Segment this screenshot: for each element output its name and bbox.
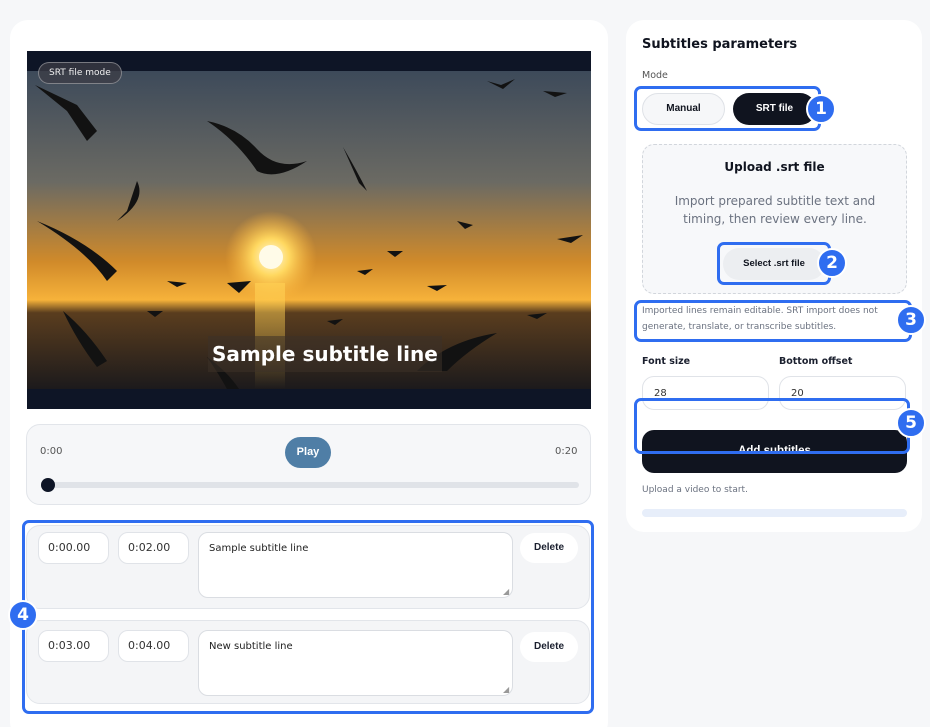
font-size-input[interactable]: 28	[642, 376, 769, 410]
mode-srt-button[interactable]: SRT file	[733, 93, 816, 125]
cue-end-input[interactable]: 0:02.00	[118, 532, 189, 564]
cue-start-input[interactable]: 0:03.00	[38, 630, 109, 662]
resize-handle-icon[interactable]: ◢	[503, 588, 511, 596]
cue-start-input[interactable]: 0:00.00	[38, 532, 109, 564]
import-hint: Imported lines remain editable. SRT impo…	[642, 306, 878, 332]
panel-title: Subtitles parameters	[642, 37, 798, 52]
status-text: Upload a video to start.	[642, 485, 748, 495]
upload-description: Import prepared subtitle text and timing…	[674, 194, 876, 226]
annotation-badge: 2	[817, 248, 847, 278]
bottom-offset-input[interactable]: 20	[779, 376, 906, 410]
cue-text-input[interactable]: New subtitle line	[198, 630, 513, 696]
delete-cue-button[interactable]: Delete	[520, 632, 578, 662]
upload-title: Upload .srt file	[724, 160, 825, 174]
current-time: 0:00	[40, 446, 63, 457]
annotation-badge: 3	[896, 305, 926, 335]
resize-handle-icon[interactable]: ◢	[503, 686, 511, 694]
annotation-badge: 5	[896, 408, 926, 438]
progress-bar	[642, 509, 907, 517]
seek-thumb[interactable]	[41, 478, 55, 492]
bottom-offset-label: Bottom offset	[779, 356, 853, 367]
select-srt-button[interactable]: Select .srt file	[723, 248, 825, 280]
annotation-badge: 1	[806, 94, 836, 124]
play-button[interactable]: Play	[285, 437, 331, 468]
delete-cue-button[interactable]: Delete	[520, 533, 578, 563]
mode-manual-button[interactable]: Manual	[642, 93, 725, 125]
subtitle-overlay: Sample subtitle line	[208, 336, 442, 372]
duration: 0:20	[555, 446, 578, 457]
annotation-badge: 4	[8, 600, 38, 630]
mode-chip: SRT file mode	[38, 62, 122, 84]
add-subtitles-button[interactable]: Add subtitles	[642, 430, 907, 473]
font-size-label: Font size	[642, 356, 691, 367]
cue-text-input[interactable]: Sample subtitle line	[198, 532, 513, 598]
mode-label: Mode	[642, 70, 668, 81]
seek-bar[interactable]	[44, 482, 579, 488]
cue-end-input[interactable]: 0:04.00	[118, 630, 189, 662]
